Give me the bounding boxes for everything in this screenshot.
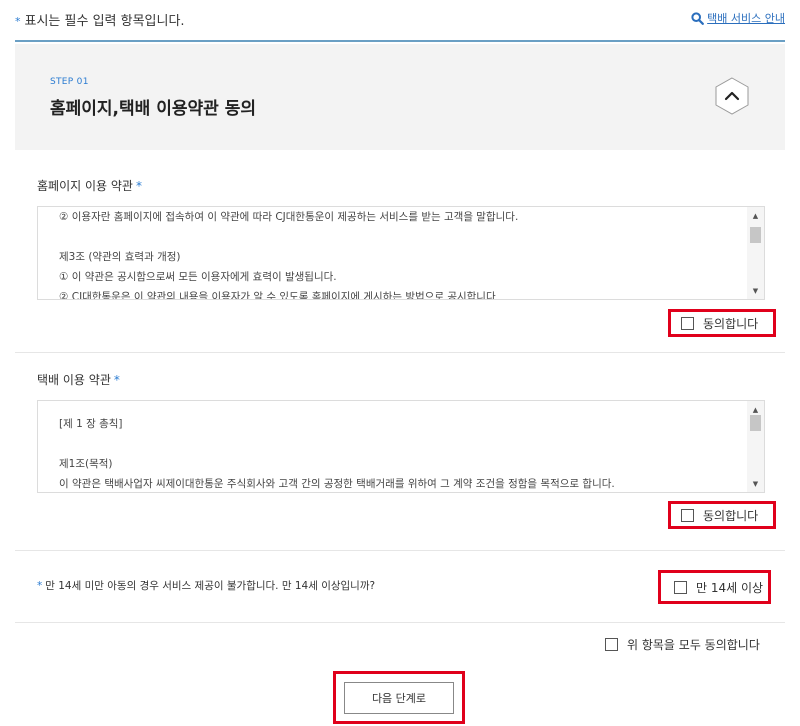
homepage-agree-label: 동의합니다: [703, 316, 759, 331]
divider: [15, 622, 785, 623]
terms-line: [59, 434, 744, 454]
age-agree-label: 만 14세 이상: [696, 580, 764, 595]
search-icon: [691, 11, 705, 25]
age-agree-checkbox[interactable]: 만 14세 이상: [658, 570, 771, 604]
checkbox-icon[interactable]: [681, 508, 694, 522]
delivery-terms-box[interactable]: [제 1 장 총칙] 제1조(목적) 이 약관은 택배사업자 씨제이대한통운 주…: [37, 400, 765, 493]
terms-line: 이 약관은 택배사업자 씨제이대한통운 주식회사와 고객 간의 공정한 택배거래…: [59, 478, 615, 490]
terms-line: ② CJ대한통운은 이 약관의 내용을 이용자가 알 수 있도록 홈페이지에 게…: [59, 291, 496, 300]
chevron-up-icon: [715, 77, 749, 115]
homepage-terms-box[interactable]: ② 이용자란 홈페이지에 접속하여 이 약관에 따라 CJ대한통운이 제공하는 …: [37, 206, 765, 300]
age-question-text: 만 14세 미만 아동의 경우 서비스 제공이 불가합니다. 만 14세 이상입…: [45, 580, 376, 592]
homepage-terms-text: ② 이용자란 홈페이지에 접속하여 이 약관에 따라 CJ대한통운이 제공하는 …: [59, 207, 744, 300]
required-star: *: [135, 179, 142, 193]
checkbox-icon[interactable]: [605, 638, 618, 651]
scroll-down-icon[interactable]: ▼: [747, 475, 764, 492]
required-star: *: [37, 580, 43, 592]
scroll-up-icon[interactable]: ▲: [747, 207, 764, 224]
delivery-terms-text: [제 1 장 총칙] 제1조(목적) 이 약관은 택배사업자 씨제이대한통운 주…: [59, 414, 744, 492]
collapse-toggle-button[interactable]: [712, 76, 752, 116]
delivery-guide-label[interactable]: 택배 서비스 안내: [707, 10, 785, 26]
terms-line: ① 이 약관은 공시함으로써 모든 이용자에게 효력이 발생됩니다.: [59, 271, 337, 283]
delivery-terms-label-text: 택배 이용 약관: [37, 373, 111, 387]
step-panel: STEP 01 홈페이지,택배 이용약관 동의: [15, 44, 785, 150]
agree-all-checkbox[interactable]: 위 항목을 모두 동의합니다: [605, 636, 760, 653]
required-star: *: [113, 373, 120, 387]
age-question: * 만 14세 미만 아동의 경우 서비스 제공이 불가합니다. 만 14세 이상…: [37, 578, 375, 593]
scroll-thumb[interactable]: [750, 227, 761, 243]
delivery-agree-checkbox[interactable]: 동의합니다: [668, 501, 776, 529]
terms-line: 제3조 (약관의 효력과 개정): [59, 251, 181, 263]
required-note-text: 표시는 필수 입력 항목입니다.: [24, 14, 185, 29]
terms-line: [제 1 장 총칙]: [59, 418, 123, 430]
next-step-button[interactable]: 다음 단계로: [344, 682, 454, 714]
terms-line: 제1조(목적): [59, 458, 113, 470]
terms-line: ② 이용자란 홈페이지에 접속하여 이 약관에 따라 CJ대한통운이 제공하는 …: [59, 211, 519, 223]
required-note: * 표시는 필수 입력 항목입니다.: [15, 10, 185, 29]
agree-all-label: 위 항목을 모두 동의합니다: [627, 638, 760, 652]
delivery-terms-scrollbar[interactable]: ▲ ▼: [747, 401, 764, 492]
step-label: STEP 01: [50, 77, 89, 87]
delivery-agree-label: 동의합니다: [703, 508, 759, 523]
homepage-terms-label-text: 홈페이지 이용 약관: [37, 179, 133, 193]
step-title: 홈페이지,택배 이용약관 동의: [50, 99, 256, 119]
divider: [15, 550, 785, 551]
delivery-terms-label: 택배 이용 약관 *: [37, 371, 120, 388]
divider: [15, 352, 785, 353]
delivery-guide-link[interactable]: 택배 서비스 안내: [691, 10, 785, 26]
scroll-thumb[interactable]: [750, 415, 761, 431]
homepage-terms-label: 홈페이지 이용 약관 *: [37, 177, 142, 194]
next-button-highlight: 다음 단계로: [333, 671, 465, 724]
homepage-agree-checkbox[interactable]: 동의합니다: [668, 309, 776, 337]
terms-line: [59, 227, 744, 247]
checkbox-icon[interactable]: [674, 580, 687, 594]
top-bar: * 표시는 필수 입력 항목입니다. 택배 서비스 안내: [15, 0, 785, 42]
required-star: *: [15, 15, 21, 28]
scroll-down-icon[interactable]: ▼: [747, 282, 764, 299]
checkbox-icon[interactable]: [681, 316, 694, 330]
homepage-terms-scrollbar[interactable]: ▲ ▼: [747, 207, 764, 299]
